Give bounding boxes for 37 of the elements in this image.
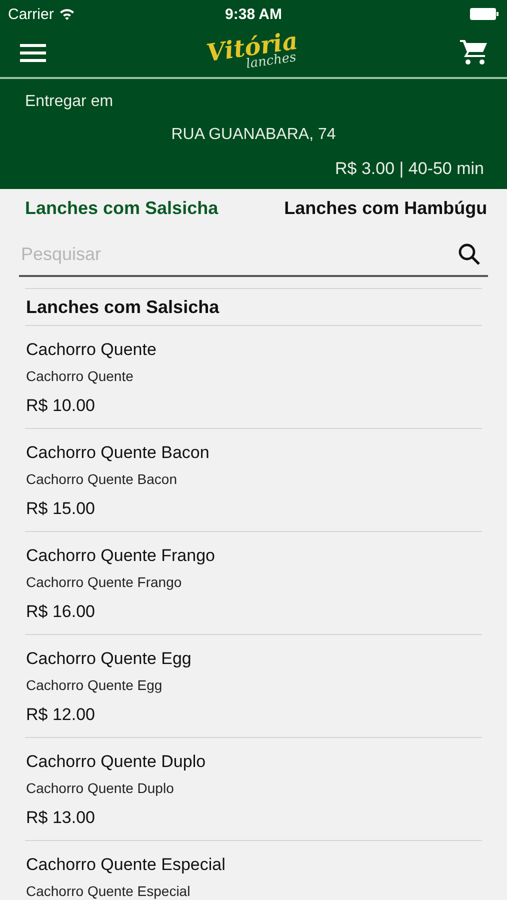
item-name: Cachorro Quente Duplo [26,752,207,772]
menu-icon[interactable] [20,44,46,62]
item-name: Cachorro Quente [26,340,158,360]
item-name: Cachorro Quente Bacon [26,443,210,463]
item-name: Cachorro Quente Especial [26,855,226,875]
battery-icon [470,8,499,20]
menu-item[interactable]: Cachorro Quente Egg Cachorro Quente Egg R$ 12.00 [25,635,482,738]
carrier-name: Carrier [8,6,54,22]
item-description: Cachorro Quente Egg [26,677,164,693]
item-name: Cachorro Quente Egg [26,649,192,669]
item-description: Cachorro Quente Frango [26,574,183,590]
delivery-address: RUA GUANABARA, 74 [171,126,336,144]
status-time: 9:38 AM [225,6,282,22]
item-description: Cachorro Quente [26,368,134,384]
item-price: R$ 13.00 [26,808,96,828]
menu-item[interactable]: Cachorro Quente Frango Cachorro Quente Frango R$ 16.00 [25,532,482,635]
category-tab[interactable]: Lanches com Salsicha [25,197,218,219]
item-price: R$ 16.00 [26,602,96,622]
menu-item[interactable]: Cachorro Quente Bacon Cachorro Quente Bacon R$ 15.00 [25,429,482,532]
menu-item[interactable]: Cachorro Quente Duplo Cachorro Quente Duplo R$ 13.00 [25,738,482,841]
delivery-label: Entregar em [25,93,114,111]
section-title: Lanches com Salsicha [25,289,482,326]
menu-item[interactable]: Cachorro Quente Cachorro Quente R$ 10.00 [25,326,482,429]
delivery-fee-time: R$ 3.00 | 40-50 min [335,159,484,179]
item-description: Cachorro Quente Bacon [26,471,178,487]
item-description: Cachorro Quente Especial [26,883,192,899]
item-name: Cachorro Quente Frango [26,546,216,566]
item-price: R$ 15.00 [26,499,96,519]
item-price: R$ 12.00 [26,705,96,725]
cart-icon[interactable] [460,40,487,65]
category-tab[interactable]: Lanches com Hambúgu [284,197,488,219]
item-description: Cachorro Quente Duplo [26,780,175,796]
wifi-icon [58,8,75,20]
item-price: R$ 10.00 [26,396,96,416]
menu-item[interactable]: Cachorro Quente Especial Cachorro Quente Especial [25,841,482,900]
search-icon[interactable] [458,243,480,265]
search-field[interactable]: Pesquisar [19,242,458,266]
